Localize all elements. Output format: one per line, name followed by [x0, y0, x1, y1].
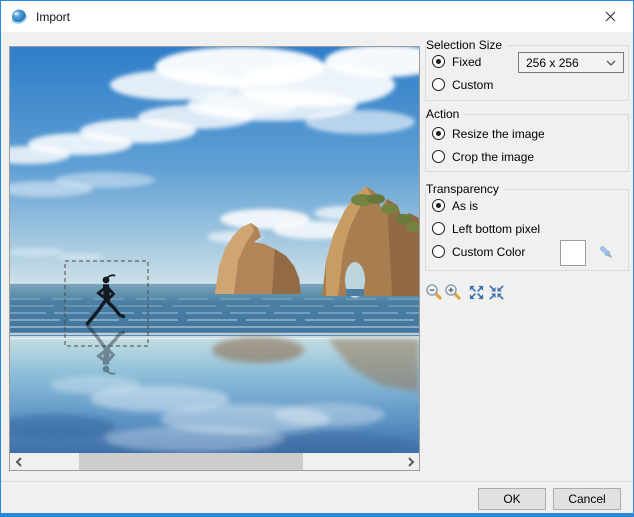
zoom-toolbar — [1, 283, 633, 301]
selection-size-label: Selection Size — [426, 38, 508, 53]
image-preview-panel — [9, 46, 420, 471]
radio-custom-color-control[interactable] — [432, 245, 445, 258]
zoom-out-button[interactable] — [425, 283, 443, 301]
radio-as-is-control[interactable] — [432, 199, 445, 212]
size-dropdown-value: 256 x 256 — [526, 55, 579, 70]
app-logo-icon — [11, 9, 28, 24]
radio-as-is[interactable]: As is — [432, 198, 628, 213]
scrollbar-thumb[interactable] — [79, 453, 303, 470]
radio-custom-color-label: Custom Color — [452, 244, 526, 259]
radio-resize[interactable]: Resize the image — [432, 126, 628, 141]
scroll-right-button[interactable] — [402, 453, 419, 470]
zoom-fit-button[interactable] — [467, 283, 485, 301]
custom-color-swatch[interactable] — [560, 240, 586, 266]
selection-size-group: Selection Size Fixed Custom 256 x 256 — [425, 38, 629, 101]
zoom-in-icon — [445, 284, 461, 300]
radio-left-bottom-pixel-label: Left bottom pixel — [452, 221, 541, 236]
close-button[interactable] — [588, 1, 633, 32]
color-picker-button[interactable] — [594, 240, 618, 264]
radio-left-bottom-pixel-control[interactable] — [432, 222, 445, 235]
radio-resize-control[interactable] — [432, 127, 445, 140]
radio-custom-control[interactable] — [432, 78, 445, 91]
radio-crop-control[interactable] — [432, 150, 445, 163]
size-dropdown[interactable]: 256 x 256 — [518, 52, 624, 73]
radio-fixed-label: Fixed — [452, 54, 482, 69]
zoom-out-icon — [426, 284, 442, 300]
preview-image[interactable] — [10, 47, 419, 453]
title-bar: Import — [1, 1, 633, 32]
collapse-arrows-icon — [488, 284, 504, 300]
ok-button[interactable]: OK — [478, 488, 546, 510]
radio-fixed-control[interactable] — [432, 55, 445, 68]
eyedropper-icon — [600, 246, 613, 259]
chevron-down-icon — [606, 60, 616, 66]
radio-resize-label: Resize the image — [452, 126, 545, 141]
cancel-button[interactable]: Cancel — [553, 488, 621, 510]
chevron-right-icon — [407, 456, 414, 467]
radio-custom-label: Custom — [452, 77, 494, 92]
radio-custom[interactable]: Custom — [432, 77, 628, 92]
transparency-group: Transparency As is Left bottom pixel Cus… — [425, 182, 629, 271]
transparency-label: Transparency — [426, 182, 504, 197]
radio-left-bottom-pixel[interactable]: Left bottom pixel — [432, 221, 628, 236]
window-title: Import — [36, 9, 71, 24]
action-group: Action Resize the image Crop the image — [425, 107, 629, 172]
horizontal-scrollbar[interactable] — [10, 453, 419, 470]
chevron-left-icon — [15, 456, 22, 467]
footer-divider — [1, 481, 633, 482]
import-dialog: Import Selection Size Fixed Custom 256 x… — [0, 0, 634, 517]
zoom-actual-size-button[interactable] — [487, 283, 505, 301]
zoom-in-button[interactable] — [444, 283, 462, 301]
window-bottom-border — [1, 513, 633, 516]
radio-crop[interactable]: Crop the image — [432, 149, 628, 164]
action-label: Action — [426, 107, 465, 122]
scroll-left-button[interactable] — [10, 453, 27, 470]
radio-as-is-label: As is — [452, 198, 479, 213]
radio-crop-label: Crop the image — [452, 149, 535, 164]
close-icon — [605, 11, 616, 22]
expand-arrows-icon — [469, 285, 483, 299]
